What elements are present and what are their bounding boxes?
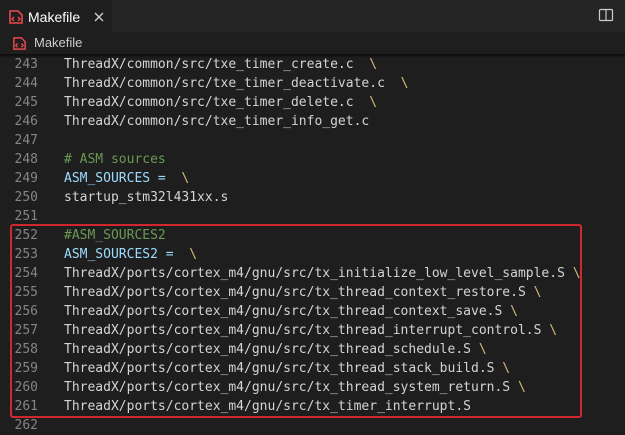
code-line[interactable]: 245 ThreadX/common/src/txe_timer_delete.c… bbox=[0, 93, 625, 112]
code-comment: # ASM sources bbox=[64, 152, 166, 167]
code-line[interactable]: 261 ThreadX/ports/cortex_m4/gnu/src/tx_ti… bbox=[0, 397, 625, 416]
line-continuation: \ bbox=[549, 323, 558, 338]
code-line[interactable]: 248 # ASM sources bbox=[0, 150, 625, 169]
code-variable: ASM_SOURCES2 = bbox=[64, 247, 174, 262]
makefile-icon bbox=[9, 10, 23, 24]
line-number: 260 bbox=[14, 380, 38, 395]
line-number: 245 bbox=[14, 95, 38, 110]
breadcrumb[interactable]: Makefile bbox=[0, 32, 625, 54]
line-number: 257 bbox=[14, 323, 38, 338]
code-line[interactable]: 258 ThreadX/ports/cortex_m4/gnu/src/tx_th… bbox=[0, 340, 625, 359]
code-line[interactable]: 253 ASM_SOURCES2 = \ bbox=[0, 245, 625, 264]
code-editor[interactable]: 243 ThreadX/common/src/txe_timer_create.c… bbox=[0, 54, 625, 433]
code-text: ThreadX/ports/cortex_m4/gnu/src/tx_initi… bbox=[64, 266, 565, 281]
code-text: ThreadX/common/src/txe_timer_info_get.c bbox=[64, 114, 370, 129]
code-line[interactable]: 244 ThreadX/common/src/txe_timer_deactiva… bbox=[0, 74, 625, 93]
line-number: 246 bbox=[14, 114, 38, 129]
code-line[interactable]: 254 ThreadX/ports/cortex_m4/gnu/src/tx_in… bbox=[0, 264, 625, 283]
line-continuation: \ bbox=[572, 266, 581, 281]
line-number: 258 bbox=[14, 342, 38, 357]
code-text: ThreadX/ports/cortex_m4/gnu/src/tx_threa… bbox=[64, 323, 542, 338]
code-text: ThreadX/ports/cortex_m4/gnu/src/tx_threa… bbox=[64, 342, 471, 357]
line-continuation: \ bbox=[181, 171, 190, 186]
code-line[interactable]: 252 #ASM_SOURCES2 bbox=[0, 226, 625, 245]
code-line[interactable]: 257 ThreadX/ports/cortex_m4/gnu/src/tx_th… bbox=[0, 321, 625, 340]
code-text: startup_stm32l431xx.s bbox=[64, 190, 229, 205]
code-line[interactable]: 256 ThreadX/ports/cortex_m4/gnu/src/tx_th… bbox=[0, 302, 625, 321]
line-number: 251 bbox=[14, 209, 38, 224]
code-comment: #ASM_SOURCES2 bbox=[64, 228, 166, 243]
line-continuation: \ bbox=[400, 76, 409, 91]
line-continuation: \ bbox=[369, 57, 378, 72]
line-continuation: \ bbox=[189, 247, 198, 262]
line-continuation: \ bbox=[533, 285, 542, 300]
line-number: 253 bbox=[14, 247, 38, 262]
code-line[interactable]: 262 bbox=[0, 416, 625, 435]
tab-makefile[interactable]: Makefile bbox=[0, 0, 112, 32]
code-line[interactable]: 260 ThreadX/ports/cortex_m4/gnu/src/tx_th… bbox=[0, 378, 625, 397]
code-line[interactable]: 251 bbox=[0, 207, 625, 226]
code-variable: ASM_SOURCES = bbox=[64, 171, 166, 186]
line-continuation: \ bbox=[369, 95, 378, 110]
code-line[interactable]: 246 ThreadX/common/src/txe_timer_info_get… bbox=[0, 112, 625, 131]
code-text: ThreadX/common/src/txe_timer_deactivate.… bbox=[64, 76, 385, 91]
tab-label: Makefile bbox=[28, 9, 81, 25]
line-number: 259 bbox=[14, 361, 38, 376]
line-number: 262 bbox=[14, 418, 38, 433]
code-text: ThreadX/ports/cortex_m4/gnu/src/tx_threa… bbox=[64, 285, 526, 300]
code-line[interactable]: 247 bbox=[0, 131, 625, 150]
line-number: 254 bbox=[14, 266, 38, 281]
close-icon[interactable] bbox=[92, 10, 106, 24]
line-continuation: \ bbox=[478, 342, 487, 357]
code-text: ThreadX/common/src/txe_timer_create.c bbox=[64, 57, 354, 72]
line-continuation: \ bbox=[510, 304, 518, 319]
line-number: 244 bbox=[14, 76, 38, 91]
line-number: 256 bbox=[14, 304, 38, 319]
makefile-icon bbox=[13, 37, 26, 50]
line-number: 249 bbox=[14, 171, 38, 186]
line-number: 252 bbox=[14, 228, 38, 243]
code-text: ThreadX/common/src/txe_timer_delete.c bbox=[64, 95, 354, 110]
code-line[interactable]: 249 ASM_SOURCES = \ bbox=[0, 169, 625, 188]
code-line[interactable]: 259 ThreadX/ports/cortex_m4/gnu/src/tx_th… bbox=[0, 359, 625, 378]
tab-bar: Makefile bbox=[0, 0, 625, 32]
scroll-shadow bbox=[0, 54, 625, 58]
code-line[interactable]: 255 ThreadX/ports/cortex_m4/gnu/src/tx_th… bbox=[0, 283, 625, 302]
code-text: ThreadX/ports/cortex_m4/gnu/src/tx_timer… bbox=[64, 399, 471, 414]
line-continuation: \ bbox=[502, 361, 511, 376]
line-number: 261 bbox=[14, 399, 38, 414]
line-number: 247 bbox=[14, 133, 38, 148]
code-text: ThreadX/ports/cortex_m4/gnu/src/tx_threa… bbox=[64, 304, 503, 319]
split-editor-icon[interactable] bbox=[598, 7, 614, 23]
breadcrumb-label: Makefile bbox=[34, 35, 83, 50]
code-text: ThreadX/ports/cortex_m4/gnu/src/tx_threa… bbox=[64, 361, 495, 376]
code-text: ThreadX/ports/cortex_m4/gnu/src/tx_threa… bbox=[64, 380, 511, 395]
code-line[interactable]: 250 startup_stm32l431xx.s bbox=[0, 188, 625, 207]
line-number: 255 bbox=[14, 285, 38, 300]
line-number: 248 bbox=[14, 152, 38, 167]
line-continuation: \ bbox=[517, 380, 526, 395]
line-number: 250 bbox=[14, 190, 38, 205]
